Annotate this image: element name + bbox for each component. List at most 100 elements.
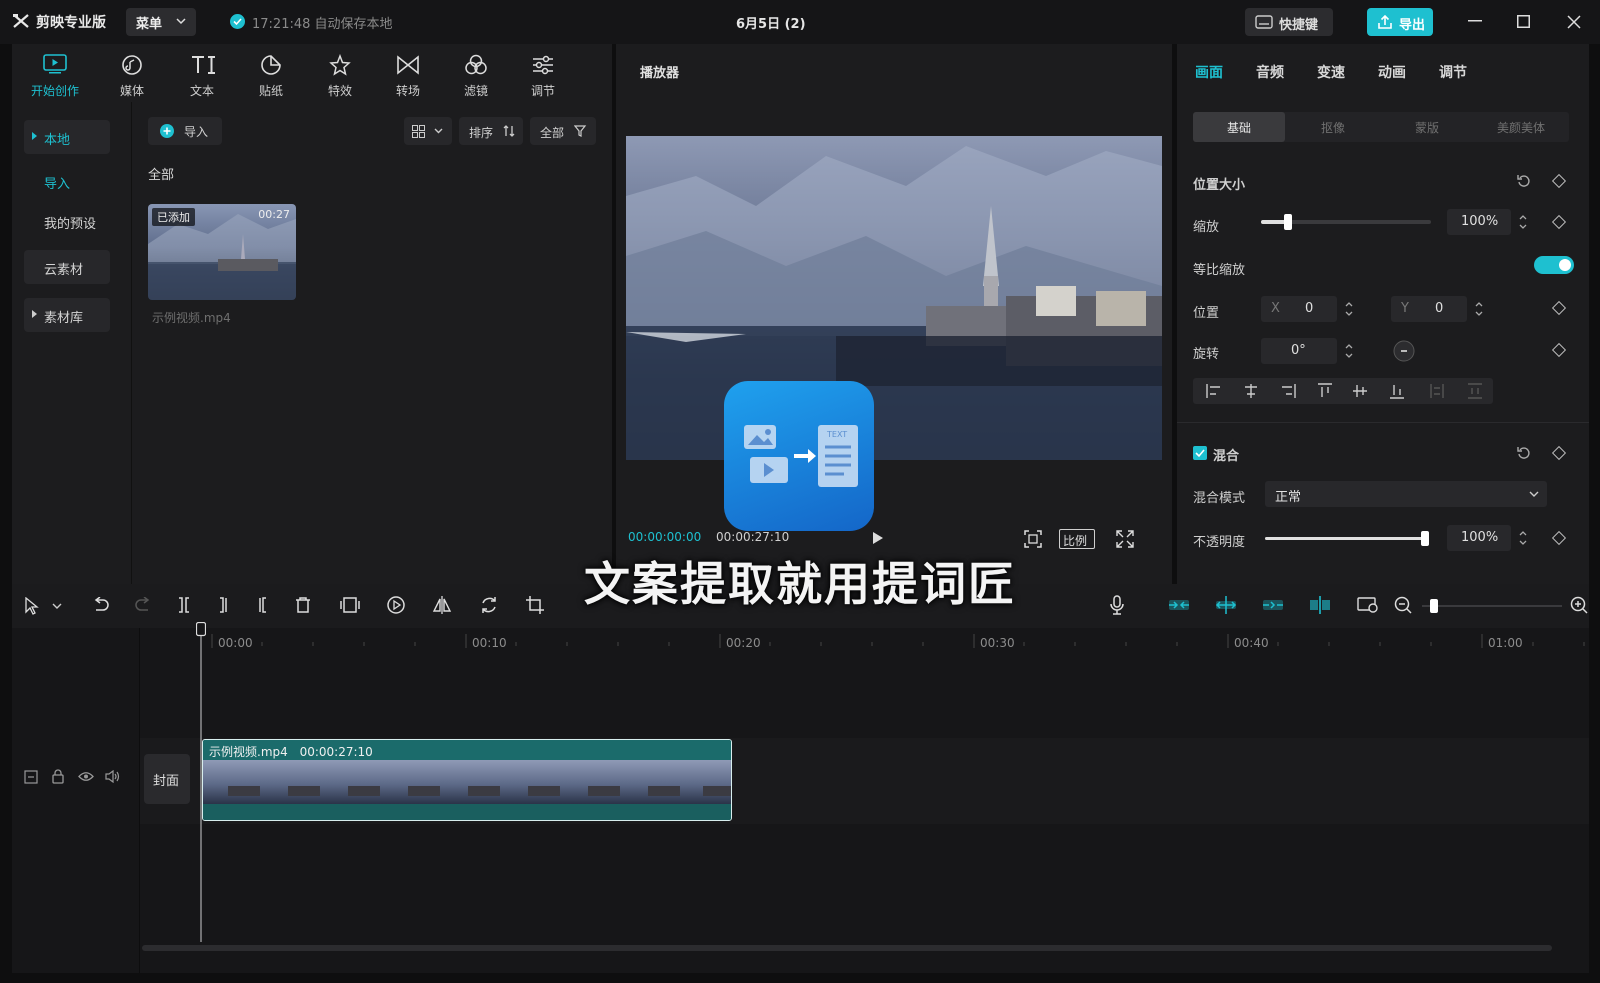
scale-slider[interactable] bbox=[1261, 214, 1431, 230]
keyframe-diamond-icon[interactable] bbox=[1551, 445, 1567, 461]
stepper-icon[interactable] bbox=[1343, 340, 1355, 362]
tab-sticker[interactable]: 贴纸 bbox=[240, 50, 302, 100]
segment-keying[interactable]: 抠像 bbox=[1287, 112, 1379, 142]
text-icon bbox=[192, 56, 215, 74]
stepper-icon[interactable] bbox=[1473, 298, 1485, 320]
tab-audio[interactable]: 音频 bbox=[1256, 62, 1284, 82]
keyframe-diamond-icon[interactable] bbox=[1551, 342, 1567, 358]
reset-icon[interactable] bbox=[1517, 174, 1531, 188]
upload-icon bbox=[1377, 14, 1393, 30]
blend-mode-label: 混合模式 bbox=[1193, 491, 1246, 506]
tab-start-creation[interactable]: 开始创作 bbox=[24, 50, 86, 100]
fullscreen-icon[interactable] bbox=[1116, 530, 1134, 548]
ratio-label: 比例 bbox=[1063, 534, 1088, 548]
tab-adjust[interactable]: 调节 bbox=[512, 50, 574, 100]
sidebar-item-cloud[interactable]: 云素材 bbox=[24, 250, 110, 284]
playhead[interactable] bbox=[196, 622, 206, 942]
uniform-scale-toggle[interactable] bbox=[1534, 256, 1574, 274]
keyframe-diamond-icon[interactable] bbox=[1551, 300, 1567, 316]
stepper-icon[interactable] bbox=[1517, 211, 1529, 233]
tab-filter[interactable]: 滤镜 bbox=[445, 50, 507, 100]
adjust-icon bbox=[533, 55, 553, 75]
close-icon[interactable] bbox=[1567, 15, 1581, 29]
filter-all-button[interactable]: 全部 bbox=[530, 117, 596, 145]
ratio-button[interactable]: 比例 bbox=[1059, 529, 1095, 549]
tab-picture[interactable]: 画面 bbox=[1195, 62, 1223, 82]
segment-basic[interactable]: 基础 bbox=[1193, 112, 1285, 142]
scale-slider-knob[interactable] bbox=[1284, 214, 1292, 230]
effects-icon bbox=[329, 54, 351, 76]
scale-input[interactable]: 100% bbox=[1447, 209, 1511, 235]
tab-transition[interactable]: 转场 bbox=[377, 50, 439, 100]
keyframe-diamond-icon[interactable] bbox=[1551, 530, 1567, 546]
opacity-slider-knob[interactable] bbox=[1421, 531, 1429, 546]
sidebar-item-my-presets[interactable]: 我的预设 bbox=[24, 204, 110, 238]
sidebar-item-library[interactable]: 素材库 bbox=[24, 298, 110, 332]
minimize-icon[interactable] bbox=[1468, 20, 1482, 22]
cover-label: 封面 bbox=[153, 774, 180, 789]
keyframe-diamond-icon[interactable] bbox=[1551, 214, 1567, 230]
blend-mode-select[interactable]: 正常 bbox=[1265, 481, 1547, 507]
scale-value: 100% bbox=[1461, 214, 1499, 229]
maximize-icon[interactable] bbox=[1517, 15, 1530, 28]
media-clip-thumbnail[interactable]: 已添加 00:27 bbox=[148, 204, 296, 300]
tab-label: 滤镜 bbox=[463, 84, 488, 98]
sidebar-item-import[interactable]: 导入 bbox=[24, 164, 110, 198]
clip-duration-label: 00:00:27:10 bbox=[299, 745, 373, 759]
lock-icon[interactable] bbox=[52, 769, 64, 784]
track-cover-toggle-icon[interactable] bbox=[24, 770, 38, 784]
stepper-icon[interactable] bbox=[1517, 527, 1529, 549]
hotkey-label: 快捷键 bbox=[1279, 18, 1319, 33]
sort-button[interactable]: 排序 bbox=[459, 117, 523, 145]
segment-beauty[interactable]: 美颜美体 bbox=[1475, 112, 1567, 142]
title-bar: 剪映专业版 菜单 17:21:48 自动保存本地 6月5日 (2) 快捷键 导出 bbox=[0, 0, 1600, 44]
opacity-slider[interactable] bbox=[1265, 531, 1429, 546]
tab-text[interactable]: 文本 bbox=[171, 50, 233, 100]
ruler-ticks bbox=[211, 634, 1585, 648]
ruler-label: 00:40 bbox=[1234, 636, 1269, 650]
ruler-label: 00:20 bbox=[726, 636, 761, 650]
fit-screen-icon[interactable] bbox=[1024, 530, 1042, 548]
keyframe-diamond-icon[interactable] bbox=[1551, 173, 1567, 189]
eye-icon[interactable] bbox=[78, 771, 94, 782]
play-icon[interactable] bbox=[872, 531, 884, 545]
timeline-ruler[interactable]: 00:00 00:10 00:20 00:30 00:40 01:00 bbox=[140, 628, 1589, 654]
position-y-input[interactable]: Y 0 bbox=[1391, 296, 1467, 322]
position-x-input[interactable]: X 0 bbox=[1261, 296, 1337, 322]
sidebar-item-label: 素材库 bbox=[44, 311, 84, 326]
tab-speed[interactable]: 变速 bbox=[1317, 62, 1345, 82]
app-logo-icon bbox=[12, 13, 30, 29]
reset-icon[interactable] bbox=[1517, 446, 1531, 460]
import-button[interactable]: 导入 bbox=[148, 117, 222, 145]
app-name: 剪映专业版 bbox=[36, 15, 106, 31]
speaker-icon[interactable] bbox=[105, 770, 120, 783]
import-label: 导入 bbox=[184, 125, 209, 139]
stepper-icon[interactable] bbox=[1343, 298, 1355, 320]
tab-media[interactable]: 媒体 bbox=[101, 50, 163, 100]
tab-animation[interactable]: 动画 bbox=[1378, 62, 1406, 82]
segment-mask[interactable]: 蒙版 bbox=[1381, 112, 1473, 142]
tab-effects[interactable]: 特效 bbox=[309, 50, 371, 100]
clip-duration: 00:27 bbox=[258, 208, 290, 221]
clip-name: 示例视频.mp4 bbox=[209, 745, 288, 759]
cover-button[interactable]: 封面 bbox=[144, 754, 190, 804]
menu-button[interactable]: 菜单 bbox=[126, 8, 196, 36]
align-icons bbox=[1206, 383, 1482, 399]
tab-adjust-props[interactable]: 调节 bbox=[1439, 62, 1467, 82]
timeline-video-clip[interactable]: 示例视频.mp4 00:00:27:10 bbox=[202, 739, 732, 821]
sidebar-item-local[interactable]: 本地 bbox=[24, 120, 110, 154]
divider bbox=[1177, 422, 1589, 423]
tab-label: 开始创作 bbox=[30, 84, 79, 98]
hotkey-button[interactable]: 快捷键 bbox=[1245, 8, 1333, 36]
export-button[interactable]: 导出 bbox=[1367, 8, 1433, 36]
rotate-dial-icon[interactable] bbox=[1393, 340, 1415, 362]
player-viewport[interactable] bbox=[626, 136, 1162, 460]
sort-label: 排序 bbox=[469, 126, 494, 140]
rotate-input[interactable]: 0° bbox=[1261, 338, 1337, 364]
tab-label: 调节 bbox=[530, 84, 555, 98]
view-mode-button[interactable] bbox=[404, 117, 452, 145]
tab-label: 媒体 bbox=[119, 84, 144, 98]
blend-checkbox[interactable] bbox=[1193, 446, 1207, 460]
horizontal-scrollbar[interactable] bbox=[142, 945, 1552, 951]
sticker-icon bbox=[261, 55, 281, 75]
